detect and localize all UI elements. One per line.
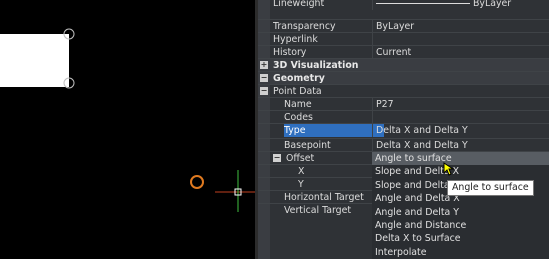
category-geometry[interactable]: − Geometry [258, 71, 549, 84]
prop-row-basepoint[interactable]: Basepoint Delta X and Delta Y [258, 138, 549, 152]
dropdown-option[interactable]: Delta X to Surface [372, 232, 549, 245]
prop-label: Lineweight [273, 0, 325, 9]
point-marker-circle[interactable] [190, 175, 204, 189]
expand-icon[interactable]: + [260, 61, 268, 69]
category-3d-visualization[interactable]: + 3D Visualization [258, 58, 549, 71]
prop-row-history[interactable]: History Current [258, 45, 549, 59]
collapse-icon[interactable]: − [260, 87, 268, 95]
prop-row-name[interactable]: Name P27 [258, 97, 549, 111]
column-divider [372, 124, 373, 137]
dropdown-option[interactable]: Angle and Distance [372, 219, 549, 232]
dropdown-option[interactable]: Slope and Delta X [372, 165, 549, 178]
prop-label: Vertical Target [284, 205, 352, 216]
prop-row-transparency[interactable]: Transparency ByLayer [258, 19, 549, 33]
prop-row-lineweight[interactable]: Lineweight ByLayer [258, 0, 549, 10]
prop-row-codes[interactable]: Codes [258, 110, 549, 124]
prop-label: Type [284, 124, 384, 137]
lineweight-value: ByLayer [473, 0, 512, 9]
drawing-canvas[interactable] [0, 0, 255, 259]
column-divider [372, 0, 373, 10]
type-select-value[interactable]: Delta X and Delta Y [374, 124, 549, 137]
collapse-icon[interactable]: − [273, 154, 281, 162]
collapse-icon[interactable]: − [260, 74, 268, 82]
white-block-shape[interactable] [0, 34, 69, 87]
dropdown-option[interactable]: Interpolate [372, 246, 549, 259]
group-point-data[interactable]: − Point Data [258, 84, 549, 97]
dropdown-option[interactable]: Angle and Delta Y [372, 206, 549, 219]
prop-value[interactable]: ByLayer [374, 0, 549, 10]
type-dropdown-list[interactable]: Angle to surface Slope and Delta X Slope… [372, 152, 549, 259]
option-tooltip: Angle to surface [447, 180, 534, 196]
mouse-cursor-icon [443, 162, 455, 176]
lineweight-swatch [376, 3, 470, 4]
dropdown-option[interactable]: Angle to surface [372, 152, 549, 166]
canvas-graphics [0, 28, 255, 212]
prop-row-hyperlink[interactable]: Hyperlink [258, 32, 549, 46]
prop-row-type[interactable]: Type Delta X and Delta Y [258, 123, 549, 137]
